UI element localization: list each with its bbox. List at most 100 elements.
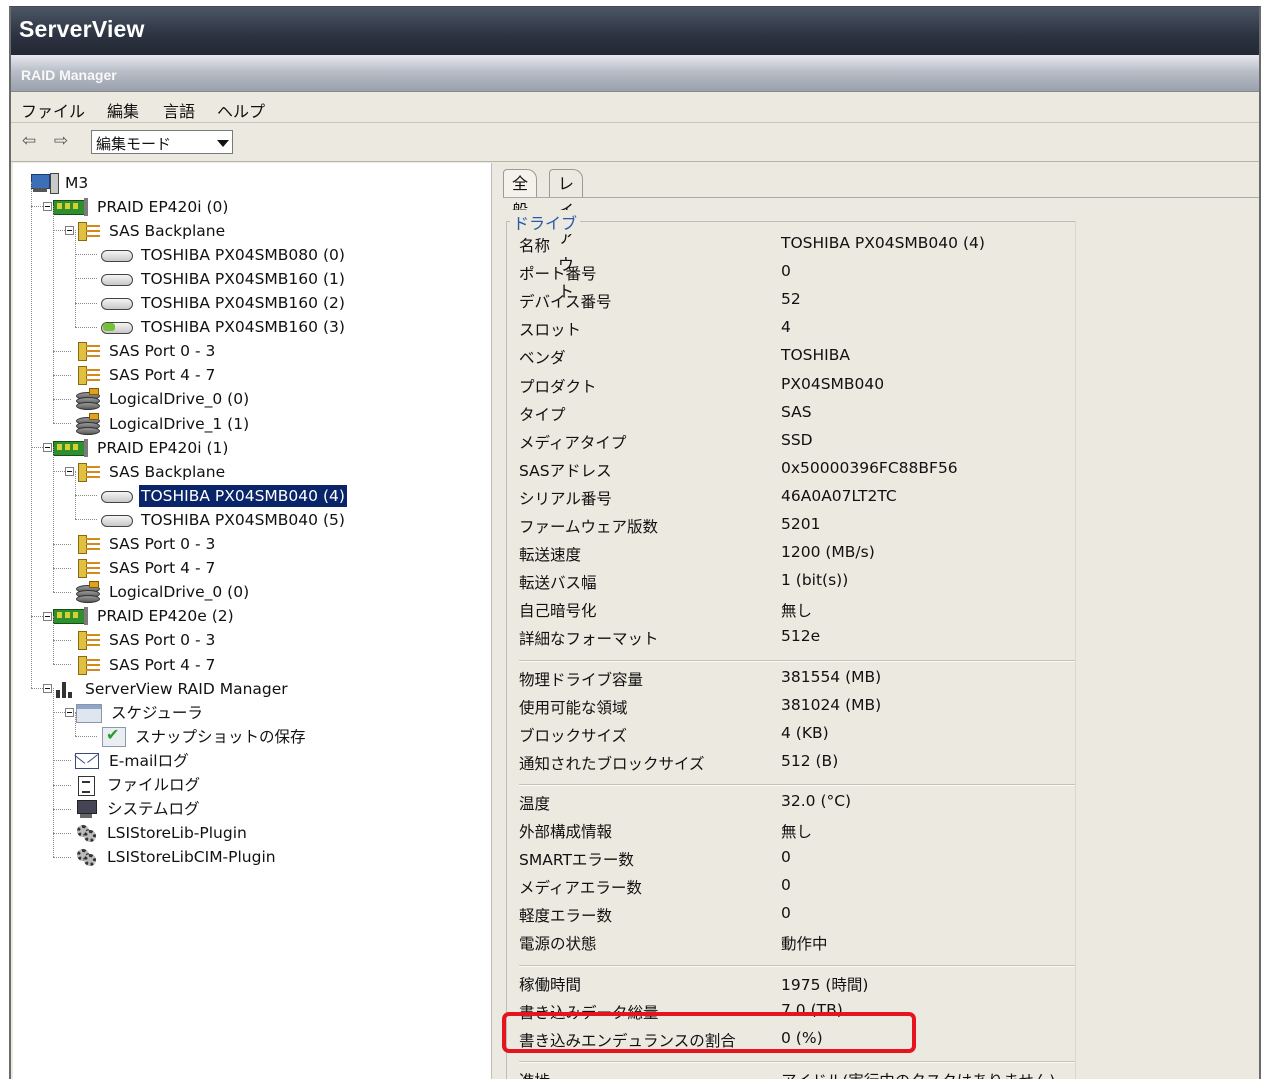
tree-node-label: SAS Port 0 - 3 — [109, 535, 216, 553]
backplane-icon — [75, 221, 101, 241]
property-key: 使用可能な領域 — [519, 698, 628, 717]
tree-node-label: ServerView RAID Manager — [85, 679, 288, 698]
tree-node-label: E-mailログ — [109, 751, 189, 770]
tree-node[interactable]: TOSHIBA PX04SMB040 (5) — [101, 508, 347, 530]
property-key: 外部構成情報 — [519, 823, 613, 841]
tree-node[interactable]: PRAID EP420i (0) — [53, 195, 230, 217]
scheduler-icon — [75, 702, 103, 724]
property-key: メディアタイプ — [519, 433, 627, 452]
tree-node[interactable]: TOSHIBA PX04SMB160 (1) — [101, 267, 347, 289]
chevron-down-icon[interactable] — [217, 140, 229, 147]
section-separator — [519, 783, 1075, 786]
sas-port-icon — [75, 630, 101, 651]
snapshot-icon: ✔ — [101, 725, 127, 748]
plugin-icon — [75, 823, 99, 843]
tree-node[interactable]: E-mailログ — [74, 749, 191, 771]
disk-icon — [101, 272, 133, 286]
backplane-icon — [75, 462, 101, 482]
collapse-toggle-icon[interactable] — [43, 443, 52, 453]
tree-node[interactable]: ファイルログ — [75, 774, 202, 796]
tree-guide-line — [53, 447, 54, 592]
tree-node[interactable]: スケジューラ — [75, 701, 205, 723]
tree-connector — [53, 398, 71, 400]
property-key: 軽度エラー数 — [519, 907, 613, 926]
property-value: 381024 (MB) — [781, 695, 882, 714]
tree-node[interactable]: M3 — [31, 171, 90, 194]
menu-edit[interactable]: 編集 — [107, 98, 139, 122]
collapse-toggle-icon[interactable] — [65, 708, 74, 718]
collapse-toggle-icon[interactable] — [43, 202, 52, 212]
tab-general[interactable]: 全般 — [503, 169, 538, 220]
property-value: 0x50000396FC88BF56 — [781, 458, 958, 477]
property-key: 転送バス幅 — [519, 574, 597, 593]
tree-node[interactable]: SAS Port 0 - 3 — [75, 340, 217, 362]
tree-connector — [75, 302, 97, 304]
forward-arrow-icon[interactable]: ⇨ — [51, 132, 71, 150]
property-value: 46A0A07LT2TC — [781, 486, 897, 505]
tree-node[interactable]: LogicalDrive_0 (0) — [75, 388, 251, 411]
tree-node-label: LogicalDrive_0 (0) — [109, 583, 250, 602]
title-bar: ServerView — [11, 7, 1259, 55]
tree-node[interactable]: LogicalDrive_1 (1) — [75, 412, 251, 435]
raid-controller-icon — [53, 438, 89, 457]
tree-node[interactable]: PRAID EP420e (2) — [53, 605, 236, 627]
tree-connector — [53, 543, 71, 545]
tree-node[interactable]: TOSHIBA PX04SMB160 (2) — [101, 292, 347, 314]
tree-connector — [53, 784, 71, 786]
tree-node[interactable]: LSIStoreLib-Plugin — [75, 822, 249, 844]
raid-manager-icon — [53, 678, 77, 700]
tree-node[interactable]: SAS Port 0 - 3 — [75, 533, 217, 555]
property-key: 通知されたブロックサイズ — [519, 754, 705, 773]
tree-node[interactable]: ServerView RAID Manager — [53, 677, 290, 699]
collapse-toggle-icon[interactable] — [65, 467, 74, 477]
property-key: 名称 — [519, 237, 551, 255]
tree-node[interactable]: SAS Port 0 - 3 — [75, 629, 217, 651]
property-key: スロット — [519, 321, 582, 340]
property-value: TOSHIBA PX04SMB040 (4) — [781, 234, 985, 252]
tree-node[interactable]: システムログ — [75, 798, 202, 820]
tree-connector — [75, 519, 97, 521]
raid-controller-icon — [53, 197, 89, 216]
back-arrow-icon[interactable]: ⇦ — [19, 132, 39, 150]
tree-guide-line — [31, 182, 32, 689]
tree-node[interactable]: SAS Port 4 - 7 — [75, 364, 217, 386]
tree-node[interactable]: PRAID EP420i (1) — [53, 436, 230, 458]
menu-help[interactable]: ヘルプ — [217, 98, 265, 122]
property-key: ポート番号 — [519, 265, 597, 284]
tree-node-label: SAS Port 4 - 7 — [109, 366, 216, 385]
tree-node[interactable]: SAS Backplane — [75, 219, 227, 241]
collapse-toggle-icon[interactable] — [65, 226, 74, 236]
tree-node[interactable]: TOSHIBA PX04SMB160 (3) — [101, 316, 347, 338]
disk-icon — [101, 489, 133, 503]
collapse-toggle-icon[interactable] — [43, 684, 52, 694]
property-key: メディアエラー数 — [519, 879, 642, 898]
property-value: PX04SMB040 — [781, 374, 885, 393]
logical-drive-icon — [75, 581, 101, 604]
tree-node[interactable]: LogicalDrive_0 (0) — [75, 581, 251, 604]
tree-connector — [53, 350, 71, 352]
raid-controller-icon — [53, 607, 89, 626]
tree-node[interactable]: LSIStoreLibCIM-Plugin — [75, 846, 278, 868]
tree-node-label: スケジューラ — [111, 703, 203, 722]
tree-node[interactable]: TOSHIBA PX04SMB040 (4) — [101, 483, 348, 508]
computer-icon — [31, 172, 59, 194]
property-value: 512 (B) — [781, 751, 839, 770]
menu-language[interactable]: 言語 — [163, 98, 195, 122]
tree-node-label: TOSHIBA PX04SMB160 (2) — [141, 294, 345, 312]
tree-node[interactable]: ✔ スナップショットの保存 — [101, 725, 308, 747]
tree-node-label: SAS Backplane — [109, 462, 226, 481]
tree-connector — [53, 664, 71, 665]
tree-node[interactable]: TOSHIBA PX04SMB080 (0) — [101, 243, 347, 265]
menu-file[interactable]: ファイル — [21, 98, 85, 122]
collapse-toggle-icon[interactable] — [43, 611, 52, 621]
property-value: 0 — [781, 262, 791, 281]
tab-layout[interactable]: レイアウト — [549, 169, 584, 301]
tree-node[interactable]: SAS Port 4 - 7 — [75, 653, 217, 675]
group-title: ドライブ — [510, 210, 581, 234]
tree-node[interactable]: SAS Backplane — [75, 460, 227, 482]
disk-icon — [101, 513, 133, 527]
mode-select[interactable]: 編集モード — [91, 130, 233, 154]
property-key: 稼働時間 — [519, 975, 582, 994]
app-subtitle: RAID Manager — [21, 67, 117, 83]
tree-node[interactable]: SAS Port 4 - 7 — [75, 557, 217, 579]
